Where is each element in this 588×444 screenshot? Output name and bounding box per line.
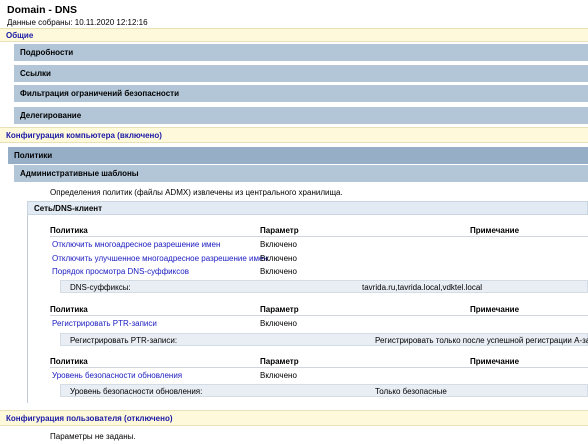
col-setting-header: Параметр (260, 226, 299, 235)
collected-timestamp: Данные собраны: 10.11.2020 12:12:16 (7, 18, 148, 27)
detail-label: Регистрировать PTR-записи: (70, 336, 178, 345)
col-policy-header: Политика (50, 305, 88, 314)
policy-link[interactable]: Отключить улучшенное многоадресное разре… (52, 254, 268, 263)
section-links[interactable]: Ссылки (14, 65, 588, 82)
section-user-config[interactable]: Конфигурация пользователя (отключено) (0, 410, 588, 426)
section-policies[interactable]: Политики (8, 147, 588, 164)
user-config-note: Параметры не заданы. (50, 432, 136, 441)
detail-label: DNS-суффиксы: (70, 283, 131, 292)
detail-label: Уровень безопасности обновления: (70, 387, 203, 396)
detail-row (60, 280, 588, 293)
section-left-border (27, 215, 28, 403)
section-security-filtering[interactable]: Фильтрация ограничений безопасности (14, 85, 588, 102)
header-divider (50, 367, 588, 368)
col-policy-header: Политика (50, 226, 88, 235)
detail-value: Регистрировать только после успешной рег… (375, 336, 588, 345)
policy-value: Включено (260, 319, 297, 328)
section-details[interactable]: Подробности (14, 44, 588, 61)
policy-value: Включено (260, 267, 297, 276)
report-title: Domain - DNS (7, 4, 78, 16)
col-setting-header: Параметр (260, 305, 299, 314)
section-delegation[interactable]: Делегирование (14, 107, 588, 124)
policy-value: Включено (260, 254, 297, 263)
section-general[interactable]: Общие (0, 28, 588, 42)
detail-value: Только безопасные (375, 387, 447, 396)
admx-note: Определения политик (файлы ADMX) извлече… (50, 188, 343, 197)
col-comment-header: Примечание (470, 357, 520, 366)
col-setting-header: Параметр (260, 357, 299, 366)
policy-link[interactable]: Отключить многоадресное разрешение имен (52, 240, 220, 249)
report-header: Domain - DNS Данные собраны: 10.11.2020 … (0, 0, 588, 28)
policy-link[interactable]: Уровень безопасности обновления (52, 371, 182, 380)
section-computer-config[interactable]: Конфигурация компьютера (включено) (0, 127, 588, 143)
section-admin-templates[interactable]: Административные шаблоны (14, 165, 588, 182)
col-comment-header: Примечание (470, 305, 520, 314)
policy-value: Включено (260, 240, 297, 249)
col-policy-header: Политика (50, 357, 88, 366)
section-network-dns-client[interactable]: Сеть/DNS-клиент (27, 201, 588, 215)
col-comment-header: Примечание (470, 226, 520, 235)
policy-link[interactable]: Порядок просмотра DNS-суффиксов (52, 267, 189, 276)
header-divider (50, 315, 588, 316)
policy-value: Включено (260, 371, 297, 380)
policy-link[interactable]: Регистрировать PTR-записи (52, 319, 157, 328)
detail-value: tavrida.ru,tavrida.local,vdktel.local (362, 283, 483, 292)
header-divider (50, 236, 588, 237)
